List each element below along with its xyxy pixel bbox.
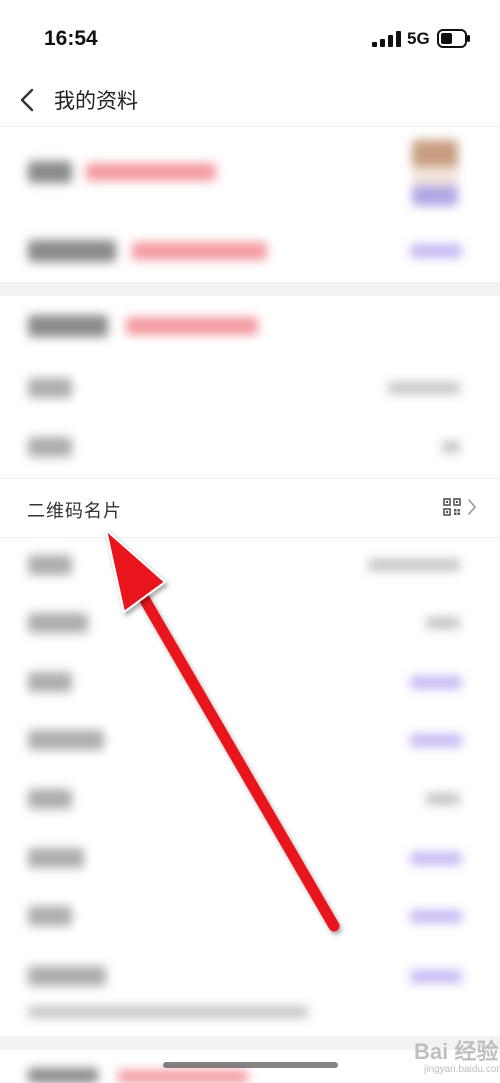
blurred-purple-link [410, 970, 462, 983]
blurred-red-text [86, 163, 216, 181]
blurred-purple-link [410, 910, 462, 923]
blurred-red-text [118, 1070, 248, 1083]
blurred-label [28, 906, 72, 926]
blurred-purple-link [410, 852, 462, 865]
network-label: 5G [407, 29, 430, 48]
blurred-red-text [126, 317, 258, 335]
qr-code-icon [443, 498, 461, 516]
status-time: 16:54 [44, 27, 98, 50]
blurred-purple-link [410, 676, 462, 689]
blurred-label [28, 437, 72, 457]
battery-icon [437, 29, 470, 48]
blurred-label [28, 730, 104, 750]
blurred-label [28, 1068, 98, 1083]
blurred-red-text [132, 242, 267, 260]
blurred-label [28, 240, 116, 262]
signal-icon [372, 31, 401, 47]
section-divider [0, 282, 500, 296]
blurred-label [28, 789, 72, 809]
blurred-value [388, 382, 460, 394]
chevron-right-icon [468, 499, 476, 515]
blurred-value [442, 441, 460, 453]
blurred-label [28, 672, 72, 692]
qr-code-card-label: 二维码名片 [27, 501, 122, 521]
blurred-description [28, 1006, 308, 1018]
blurred-value [426, 617, 460, 629]
blurred-label [28, 613, 88, 633]
status-bar: 16:54 5G [0, 0, 500, 78]
blurred-label [28, 315, 108, 337]
page-title: 我的资料 [54, 90, 138, 113]
blurred-label [28, 966, 106, 986]
blurred-value [368, 559, 460, 571]
back-icon[interactable] [14, 83, 44, 117]
blurred-label [28, 555, 72, 575]
blurred-purple-link [410, 244, 462, 258]
blurred-purple-link [410, 734, 462, 747]
qr-code-card-row[interactable]: 二维码名片 [0, 478, 500, 538]
home-indicator [163, 1062, 338, 1068]
baidu-jingyan-watermark: Bai 经验 jingyan.baidu.com [384, 1020, 500, 1083]
blurred-label [28, 848, 84, 868]
blurred-value [426, 793, 460, 805]
blurred-label [28, 161, 72, 183]
nav-bar: 我的资料 [0, 78, 500, 127]
watermark-site: jingyan.baidu.com [424, 1064, 500, 1075]
avatar[interactable] [412, 140, 458, 206]
watermark-brand: Bai 经验 [414, 1039, 499, 1064]
blurred-label [28, 378, 72, 398]
